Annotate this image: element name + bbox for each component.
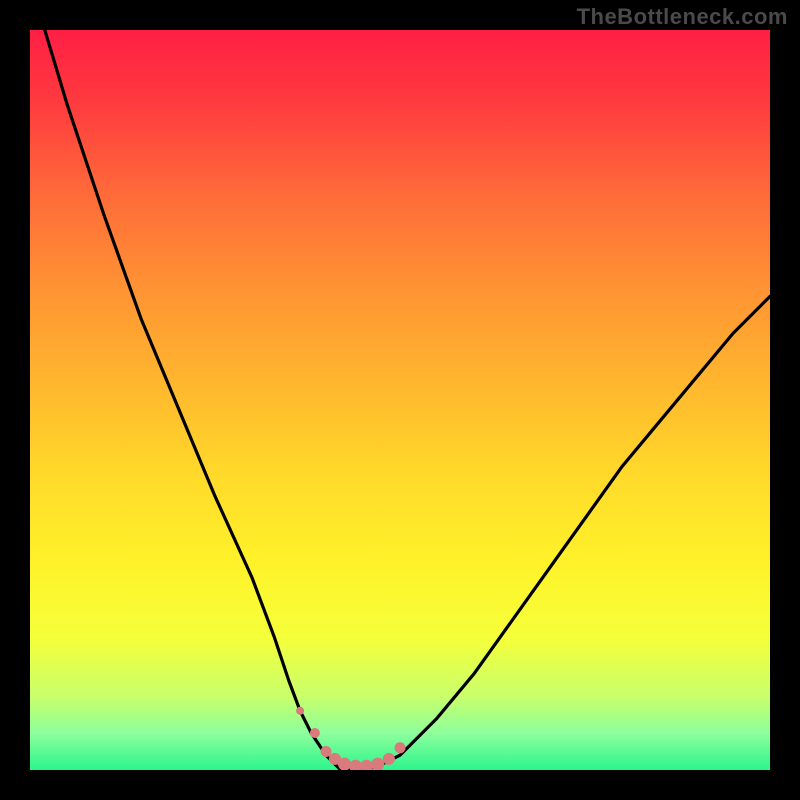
marker-dot	[310, 728, 320, 738]
marker-dot	[321, 746, 332, 757]
marker-dot	[296, 707, 304, 715]
chart-stage: TheBottleneck.com	[0, 0, 800, 800]
plot-area	[30, 30, 770, 770]
gradient-background	[30, 30, 770, 770]
marker-dot	[383, 753, 395, 765]
marker-dot	[395, 742, 406, 753]
marker-dot	[371, 758, 384, 770]
watermark-text: TheBottleneck.com	[577, 4, 788, 30]
chart-svg	[30, 30, 770, 770]
marker-dot	[338, 758, 351, 770]
